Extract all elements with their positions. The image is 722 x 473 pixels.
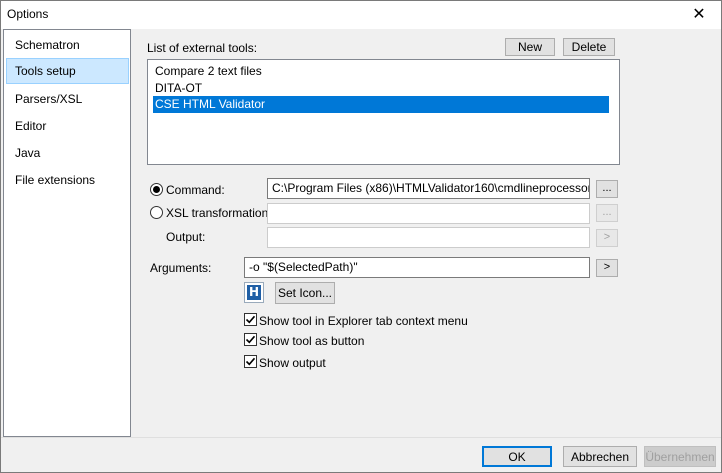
show-output-checkbox[interactable]: [244, 355, 257, 368]
ok-button[interactable]: OK: [482, 446, 552, 467]
sidebar-item-label: Parsers/XSL: [15, 92, 83, 106]
output-arrow-button[interactable]: >: [596, 229, 618, 247]
sidebar-item-label: Tools setup: [15, 64, 76, 78]
category-list: Schematron Tools setup Parsers/XSL Edito…: [3, 29, 131, 437]
arguments-label: Arguments:: [150, 261, 212, 275]
command-browse-button[interactable]: ...: [596, 180, 618, 198]
title-bar: Options ✕: [1, 1, 721, 29]
arguments-input[interactable]: -o "$(SelectedPath)": [244, 257, 590, 278]
delete-tool-button[interactable]: Delete: [563, 38, 615, 56]
tool-icon-preview: H: [244, 282, 264, 303]
sidebar-item-java[interactable]: Java: [6, 140, 129, 166]
close-icon[interactable]: ✕: [689, 5, 709, 25]
list-item-selected[interactable]: CSE HTML Validator: [153, 96, 609, 113]
sidebar-item-tools-setup[interactable]: Tools setup: [6, 58, 129, 84]
checkmark-icon: [245, 335, 256, 344]
show-as-button-label: Show tool as button: [259, 334, 365, 348]
checkmark-icon: [245, 315, 256, 324]
sidebar-item-label: Editor: [15, 119, 47, 133]
sidebar-item-label: Java: [15, 146, 41, 160]
list-item[interactable]: Compare 2 text files: [153, 63, 609, 80]
sidebar-item-file-extensions[interactable]: File extensions: [6, 167, 129, 193]
xsl-transformation-radio[interactable]: [150, 206, 163, 219]
sidebar-item-parsers-xsl[interactable]: Parsers/XSL: [6, 86, 129, 112]
list-item-label: CSE HTML Validator: [155, 97, 266, 111]
window-title: Options: [7, 7, 49, 21]
command-radio[interactable]: [150, 183, 163, 196]
show-in-explorer-checkbox[interactable]: [244, 313, 257, 326]
apply-button[interactable]: Übernehmen: [644, 446, 716, 467]
output-label: Output:: [166, 230, 206, 244]
show-as-button-checkbox[interactable]: [244, 333, 257, 346]
show-in-explorer-label: Show tool in Explorer tab context menu: [259, 314, 468, 328]
command-label: Command:: [166, 183, 225, 197]
sidebar-item-schematron[interactable]: Schematron: [6, 32, 129, 58]
set-icon-button[interactable]: Set Icon...: [275, 282, 335, 304]
html-validator-icon: H: [247, 285, 261, 300]
cancel-button[interactable]: Abbrechen: [563, 446, 637, 467]
xsl-transformation-label: XSL transformation:: [166, 206, 272, 220]
xsl-transformation-input[interactable]: [267, 203, 590, 224]
checkmark-icon: [245, 357, 256, 366]
output-input[interactable]: [267, 227, 590, 248]
sidebar-item-editor[interactable]: Editor: [6, 113, 129, 139]
list-item-label: Compare 2 text files: [155, 64, 262, 78]
new-tool-button[interactable]: New: [505, 38, 555, 56]
options-dialog: Options ✕ Schematron Tools setup Parsers…: [0, 0, 722, 473]
xsl-browse-button[interactable]: ...: [596, 204, 618, 222]
arguments-arrow-button[interactable]: >: [596, 259, 618, 277]
command-input[interactable]: C:\Program Files (x86)\HTMLValidator160\…: [267, 178, 590, 199]
external-tools-list[interactable]: Compare 2 text files DITA-OT CSE HTML Va…: [147, 59, 620, 165]
sidebar-item-label: Schematron: [15, 38, 80, 52]
list-item[interactable]: DITA-OT: [153, 80, 609, 97]
sidebar-item-label: File extensions: [15, 173, 96, 187]
list-item-label: DITA-OT: [155, 81, 203, 95]
show-output-label: Show output: [259, 356, 326, 370]
tools-list-label: List of external tools:: [147, 41, 258, 55]
